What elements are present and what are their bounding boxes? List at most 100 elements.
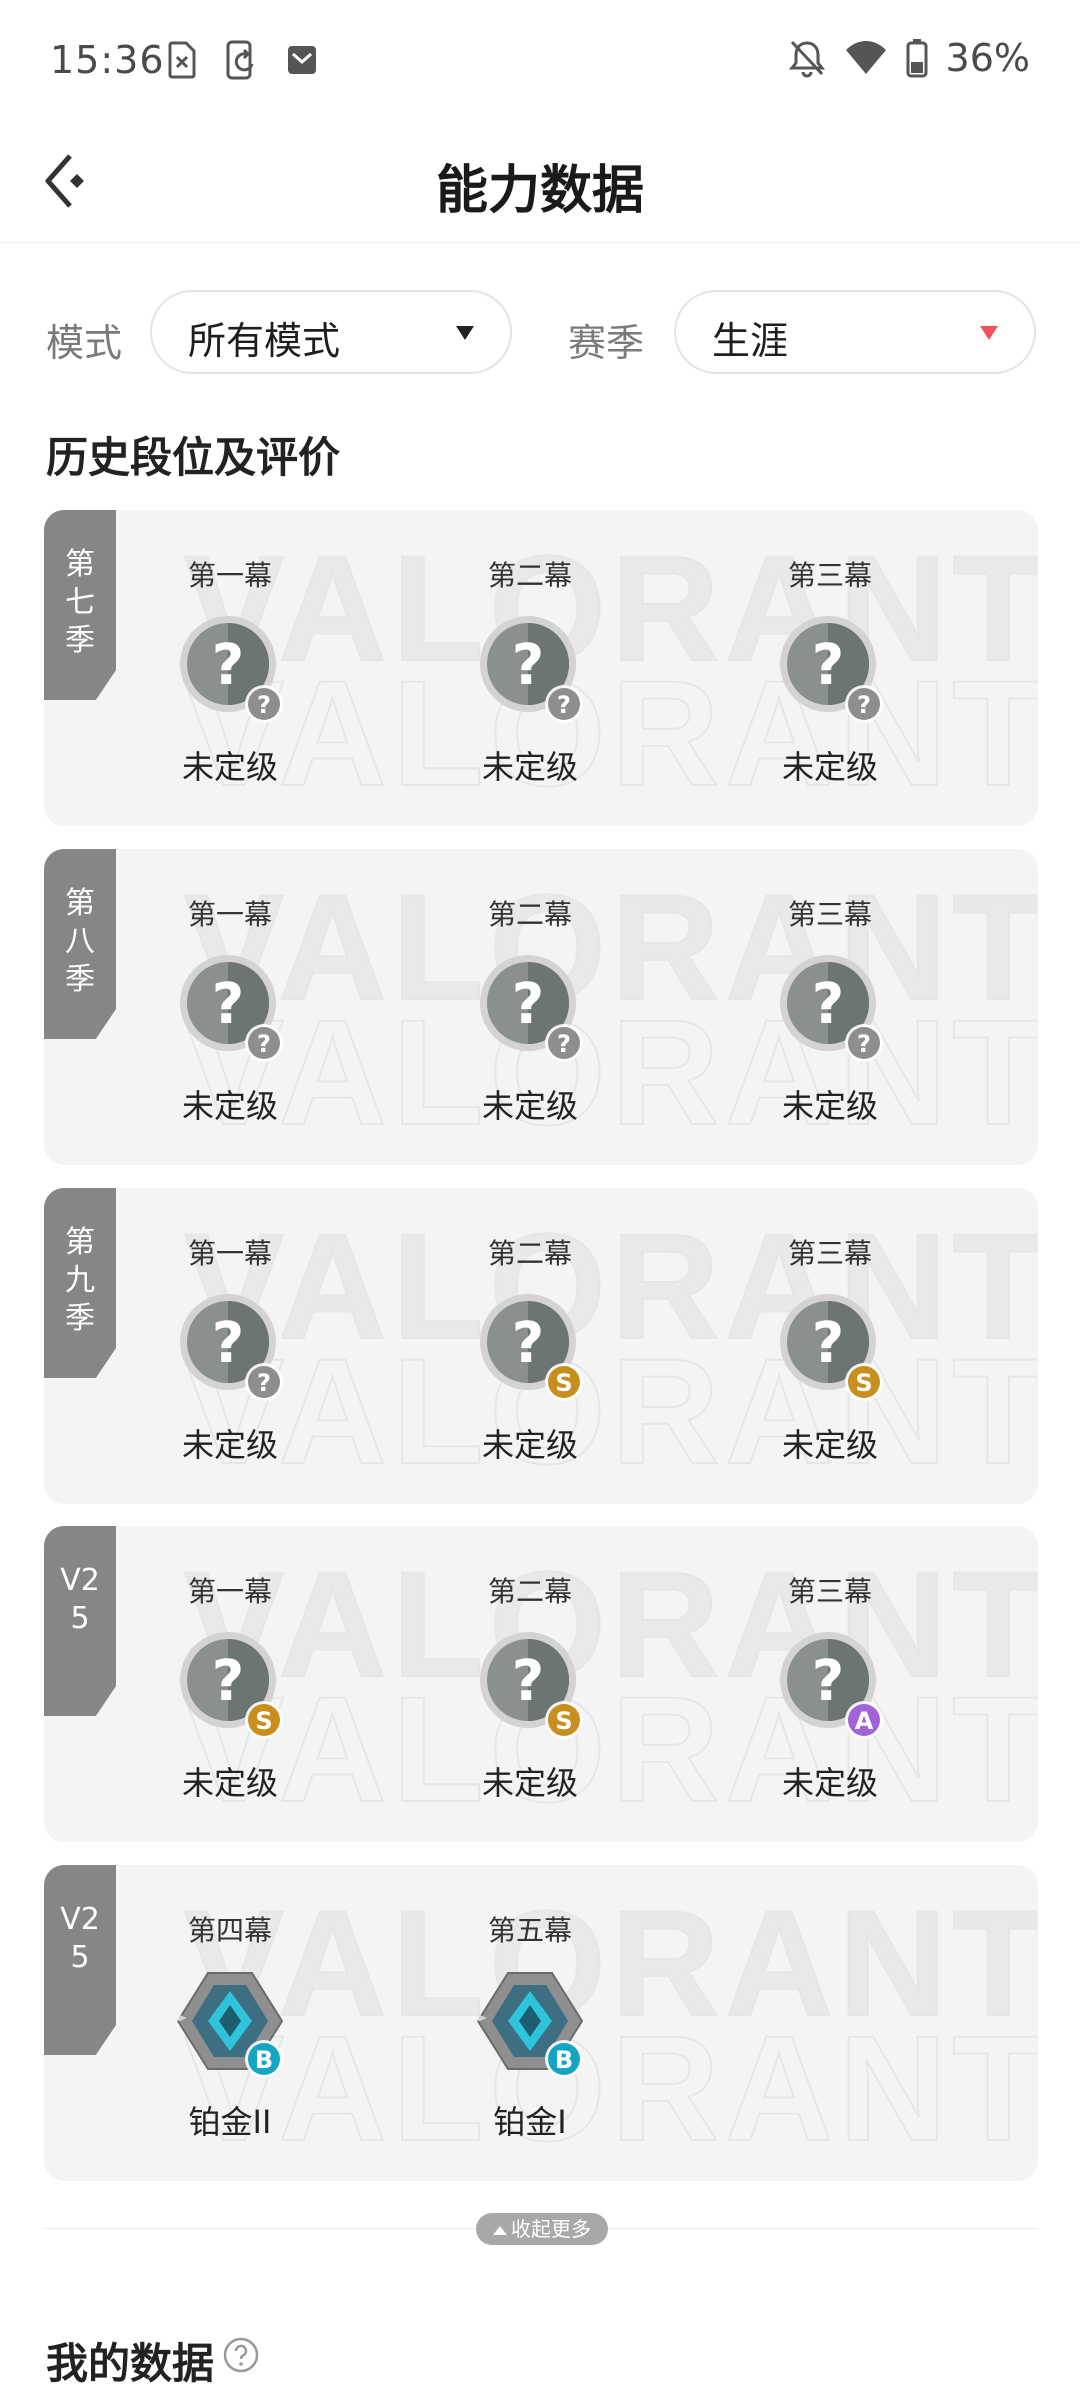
act-rank-label: 未定级: [181, 1426, 278, 1464]
collapse-button[interactable]: 收起更多: [476, 2213, 608, 2245]
svg-text:?: ?: [512, 972, 544, 1037]
grade-badge-text: ?: [857, 1030, 871, 1058]
svg-text:?: ?: [212, 1649, 244, 1714]
act-rank-label: 未定级: [781, 748, 878, 786]
season-tag-label: V2 5: [60, 1563, 100, 1636]
caret-down-icon: [980, 326, 998, 340]
unrated-rank-icon: ?S: [180, 1632, 283, 1739]
app-header: 能力数据: [0, 120, 1080, 243]
svg-text:?: ?: [812, 633, 844, 698]
act-rank-label: 未定级: [181, 1087, 278, 1125]
grade-badge-text: ?: [557, 1030, 571, 1058]
act-item[interactable]: 第一幕?? 未定级: [130, 849, 330, 1165]
unrated-rank-icon: ??: [780, 616, 883, 723]
act-label: 第三幕: [787, 1237, 872, 1270]
act-label: 第一幕: [187, 898, 272, 931]
act-label: 第一幕: [187, 559, 272, 592]
act-rank-label: 未定级: [181, 1764, 278, 1802]
act-label: 第二幕: [487, 559, 572, 592]
svg-text:?: ?: [212, 633, 244, 698]
season-card: VALORANT VALORANT V2 5 第一幕? S 未定级 第二幕? S 未定级 第三幕?…: [44, 1526, 1038, 1842]
svg-text:?: ?: [212, 972, 244, 1037]
season-tag: 第 八 季: [44, 849, 116, 1039]
act-item[interactable]: 第三幕? S 未定级: [730, 1188, 930, 1504]
svg-text:?: ?: [512, 633, 544, 698]
status-bar: 15:36 36%: [0, 0, 1080, 120]
act-item[interactable]: 第二幕? S 未定级: [430, 1188, 630, 1504]
grade-badge-text: B: [255, 2046, 273, 2074]
unrated-rank-icon: ?A: [780, 1632, 883, 1739]
status-right: 36%: [788, 36, 1030, 80]
season-tag-label: 第 七 季: [65, 547, 95, 658]
season-card: VALORANT VALORANT V2 5 第四幕 B 铂金II 第五幕 B 铂金I: [44, 1865, 1038, 2181]
act-item[interactable]: 第二幕?? 未定级: [430, 510, 630, 826]
unrated-rank-icon: ?S: [780, 1294, 883, 1401]
mail-icon: [288, 46, 316, 74]
act-item[interactable]: 第四幕 B 铂金II: [130, 1865, 330, 2181]
act-label: 第三幕: [787, 898, 872, 931]
grade-badge-text: B: [555, 2046, 573, 2074]
svg-text:?: ?: [512, 1311, 544, 1376]
status-time: 15:36: [50, 38, 165, 82]
triangle-up-icon: [493, 2226, 507, 2235]
grade-badge-text: ?: [257, 691, 271, 719]
act-label: 第二幕: [487, 1237, 572, 1270]
act-item[interactable]: 第二幕?? 未定级: [430, 849, 630, 1165]
act-rank-label: 未定级: [781, 1087, 878, 1125]
season-tag: V2 5: [44, 1526, 116, 1716]
act-item[interactable]: 第一幕?? 未定级: [130, 1188, 330, 1504]
act-label: 第一幕: [187, 1575, 272, 1608]
platinum-rank-icon: B: [176, 1972, 284, 2078]
season-tag: V2 5: [44, 1865, 116, 2055]
act-label: 第二幕: [487, 1575, 572, 1608]
act-item[interactable]: 第二幕? S 未定级: [430, 1526, 630, 1842]
season-tag-label: 第 九 季: [65, 1225, 95, 1336]
act-label: 第三幕: [787, 1575, 872, 1608]
act-rank-label: 铂金I: [493, 2103, 567, 2141]
act-rank-label: 未定级: [781, 1426, 878, 1464]
act-rank-label: 未定级: [781, 1764, 878, 1802]
act-label: 第三幕: [787, 559, 872, 592]
season-card: VALORANT VALORANT 第 八 季第一幕?? 未定级 第二幕?? 未定级 第三幕…: [44, 849, 1038, 1165]
act-rank-label: 未定级: [181, 748, 278, 786]
act-rank-label: 铂金II: [188, 2103, 272, 2141]
svg-text:?: ?: [512, 1649, 544, 1714]
act-item[interactable]: 第三幕?? 未定级: [730, 510, 930, 826]
season-tag-label: V2 5: [60, 1902, 100, 1975]
page-title: 能力数据: [435, 161, 644, 221]
mode-select[interactable]: 所有模式: [150, 290, 512, 374]
act-item[interactable]: 第一幕 ? S 未定级: [130, 1526, 330, 1842]
help-circle-icon[interactable]: [222, 2336, 260, 2374]
season-card: VALORANT VALORANT 第 九 季第一幕?? 未定级 第二幕? S 未定级 第三幕…: [44, 1188, 1038, 1504]
svg-text:?: ?: [812, 1649, 844, 1714]
filter-bar: 模式 所有模式 赛季 生涯: [0, 290, 1080, 380]
season-label: 赛季: [568, 321, 645, 365]
act-rank-label: 未定级: [481, 1087, 578, 1125]
svg-text:?: ?: [812, 972, 844, 1037]
platinum-rank-icon: B: [476, 1972, 584, 2078]
grade-badge-text: A: [855, 1707, 874, 1735]
act-rank-label: 未定级: [481, 1764, 578, 1802]
unrated-rank-icon: ??: [180, 1294, 283, 1401]
svg-text:?: ?: [812, 1311, 844, 1376]
season-select[interactable]: 生涯: [674, 290, 1036, 374]
caret-down-icon: [456, 326, 474, 340]
act-rank-label: 未定级: [481, 748, 578, 786]
svg-text:?: ?: [212, 1311, 244, 1376]
history-section-title: 历史段位及评价: [46, 433, 341, 482]
unrated-rank-icon: ??: [480, 955, 583, 1062]
grade-badge-text: ?: [257, 1030, 271, 1058]
unrated-rank-icon: ??: [480, 616, 583, 723]
battery-icon: [906, 39, 928, 78]
act-item[interactable]: 第一幕?? 未定级: [130, 510, 330, 826]
my-data-title: 我的数据: [46, 2339, 215, 2388]
wifi-icon: [845, 41, 886, 74]
act-item[interactable]: 第五幕 B 铂金I: [430, 1865, 630, 2181]
act-item[interactable]: 第三幕? A 未定级: [730, 1526, 930, 1842]
act-item[interactable]: 第三幕?? 未定级: [730, 849, 930, 1165]
act-rank-label: 未定级: [481, 1426, 578, 1464]
phone-sync-icon: [226, 40, 254, 80]
grade-badge-text: S: [855, 1369, 872, 1397]
grade-badge-text: ?: [857, 691, 871, 719]
season-tag: 第 九 季: [44, 1188, 116, 1378]
